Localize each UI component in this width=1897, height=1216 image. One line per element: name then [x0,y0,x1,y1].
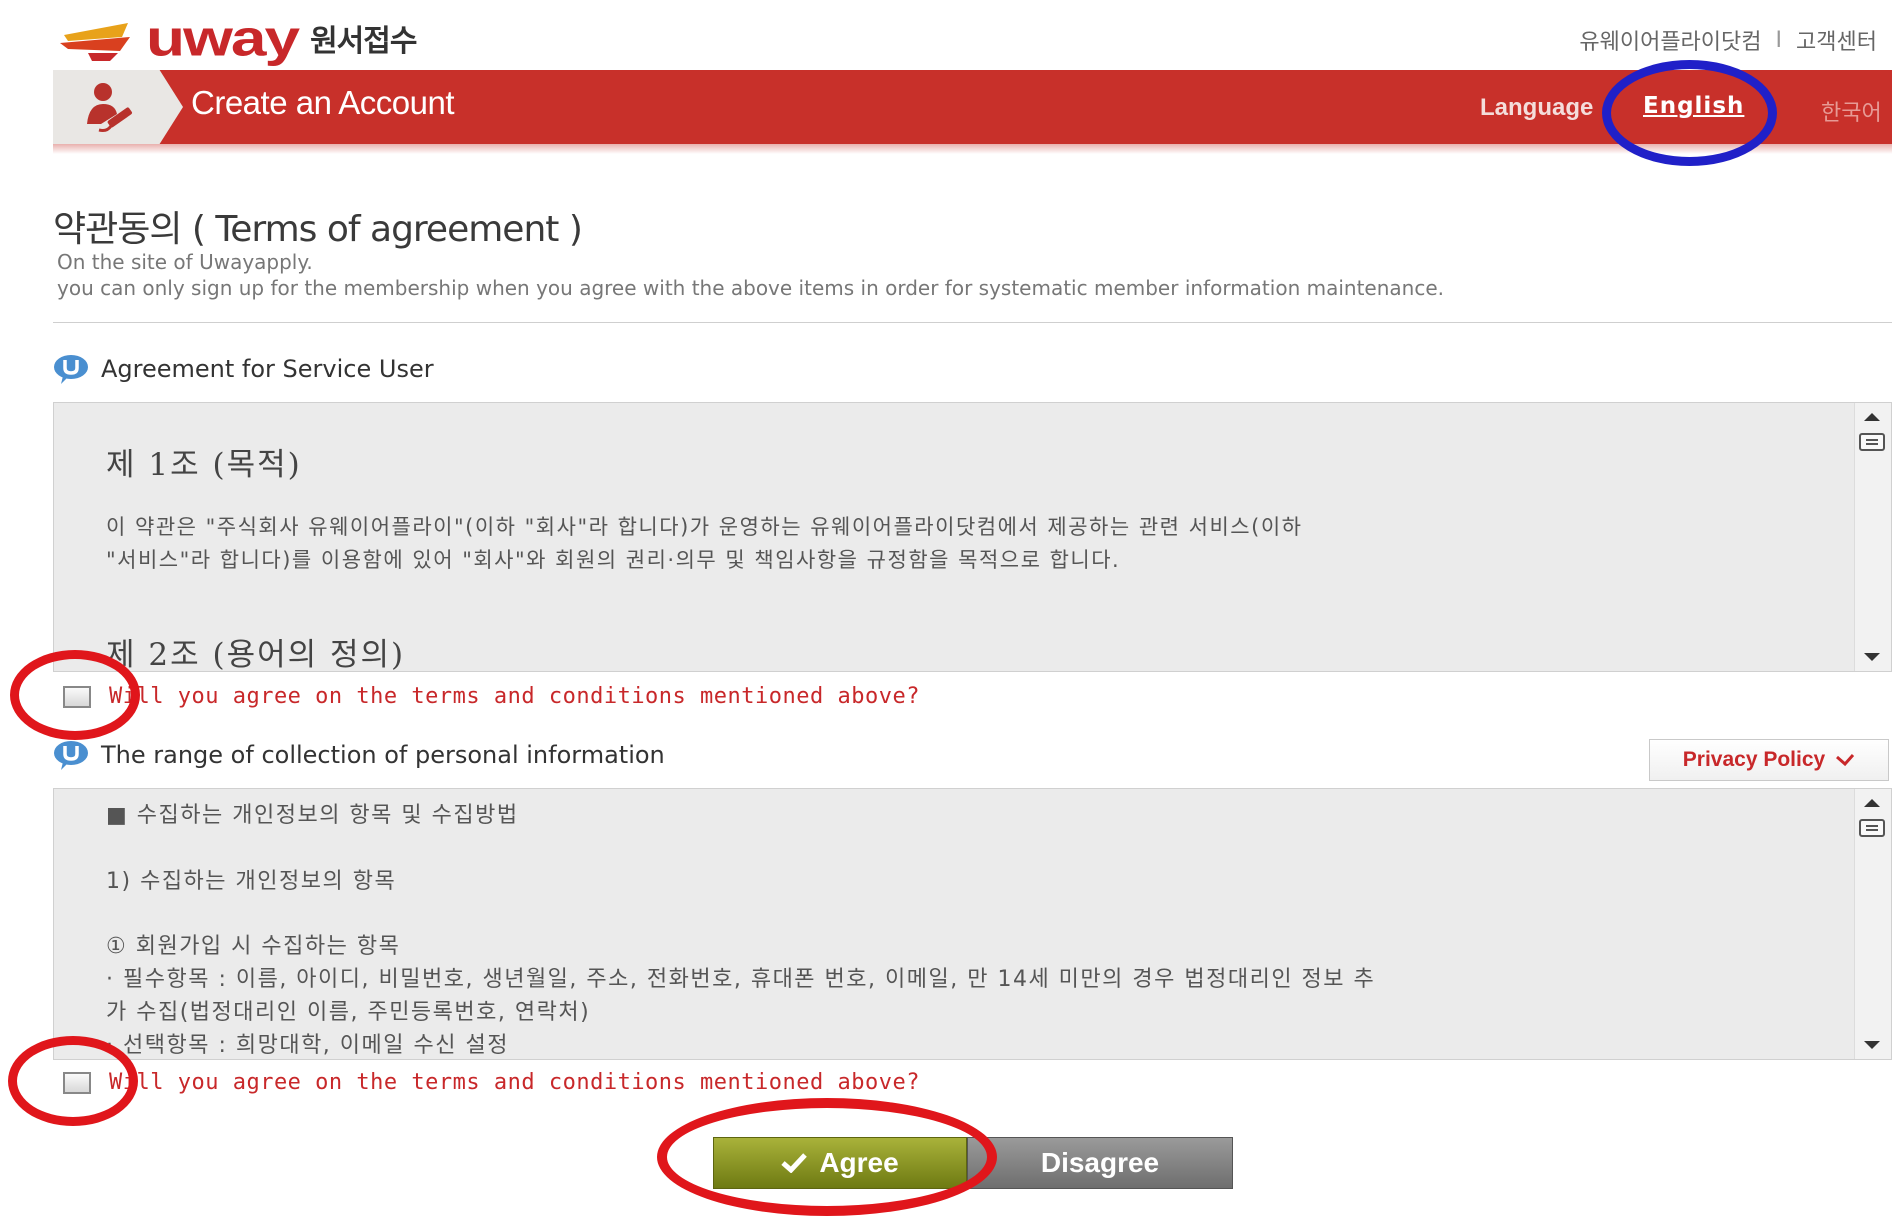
language-label: Language [1480,94,1594,121]
scroll-thumb[interactable] [1859,819,1885,837]
pi-line2: 1) 수집하는 개인정보의 항목 [106,869,397,894]
u-bubble-icon [54,741,88,770]
annotation-circle-checkbox2 [8,1036,138,1126]
annotation-circle-agree [657,1098,997,1216]
uway-logo[interactable]: uway 원서접수 [58,8,417,68]
top-links: 유웨이어플라이닷컴 I 고객센터 [1579,24,1877,56]
section-personal-info-title: The range of collection of personal info… [101,741,665,769]
article1-line2: "서비스"라 합니다)를 이용함에 있어 "회사"와 회원의 권리·의무 및 책… [106,548,1121,572]
header-shadow [53,144,1892,154]
logo-wordmark: uway [146,9,300,67]
service-agree-row: Will you agree on the terms and conditio… [63,684,920,709]
scroll-down-icon[interactable] [1864,653,1880,661]
section-service-user-title: Agreement for Service User [101,355,434,383]
scroll-up-icon[interactable] [1864,413,1880,421]
personal-info-box[interactable]: ■ 수집하는 개인정보의 항목 및 수집방법 1) 수집하는 개인정보의 항목 … [53,788,1892,1060]
divider [53,322,1892,323]
pi-line3: ① 회원가입 시 수집하는 항목 [106,934,401,959]
privacy-policy-label: Privacy Policy [1682,748,1826,771]
page-title: 약관동의 ( Terms of agreement ) [53,209,583,250]
support-link[interactable]: 고객센터 [1796,24,1877,56]
scroll-down-icon[interactable] [1864,1041,1880,1049]
pi-line1: ■ 수집하는 개인정보의 항목 및 수집방법 [106,803,519,828]
service-agree-label: Will you agree on the terms and conditio… [109,684,920,709]
article2-title: 제 2조 (용어의 정의) [106,637,406,672]
page-description-line2: you can only sign up for the membership … [57,276,1444,300]
pi-line4: · 필수항목 : 이름, 아이디, 비밀번호, 생년월일, 주소, 전화번호, … [106,967,1376,992]
user-edit-icon [87,83,132,132]
scroll-thumb[interactable] [1859,433,1885,451]
disagree-button-label: Disagree [1040,1147,1160,1178]
scroll-up-icon[interactable] [1864,799,1880,807]
logo-mark-icon [60,23,130,61]
annotation-circle-checkbox1 [10,650,140,740]
section-personal-info-heading: The range of collection of personal info… [53,740,665,770]
pi-line5: 가 수집(법정대리인 이름, 주민등록번호, 연락처) [106,1000,591,1025]
language-korean-link[interactable]: 한국어 [1821,95,1882,127]
article1-title: 제 1조 (목적) [106,447,302,483]
disagree-button[interactable]: Disagree [967,1137,1233,1189]
personal-info-agree-row: Will you agree on the terms and conditio… [63,1070,920,1095]
u-bubble-icon [54,355,88,384]
service-terms-scrollbar[interactable] [1854,403,1891,671]
privacy-policy-button[interactable]: Privacy Policy [1649,739,1889,781]
article1-line1: 이 약관은 "주식회사 유웨이어플라이"(이하 "회사"라 합니다)가 운영하는… [106,515,1303,539]
logo-subtitle: 원서접수 [310,24,417,59]
personal-info-agree-label: Will you agree on the terms and conditio… [109,1070,920,1095]
site-link[interactable]: 유웨이어플라이닷컴 [1579,24,1761,56]
page-description-line1: On the site of Uwayapply. [57,250,313,274]
annotation-circle-english [1602,60,1777,166]
chevron-down-icon [1836,754,1855,767]
service-terms-box[interactable]: 제 1조 (목적) 이 약관은 "주식회사 유웨이어플라이"(이하 "회사"라 … [53,402,1892,672]
pi-line6: · 선택항목 : 희망대학, 이메일 수신 설정 [106,1033,509,1058]
section-service-user-heading: Agreement for Service User [53,354,434,384]
link-separator: I [1775,27,1783,53]
personal-info-scrollbar[interactable] [1854,789,1891,1059]
header-title: Create an Account [191,84,455,121]
